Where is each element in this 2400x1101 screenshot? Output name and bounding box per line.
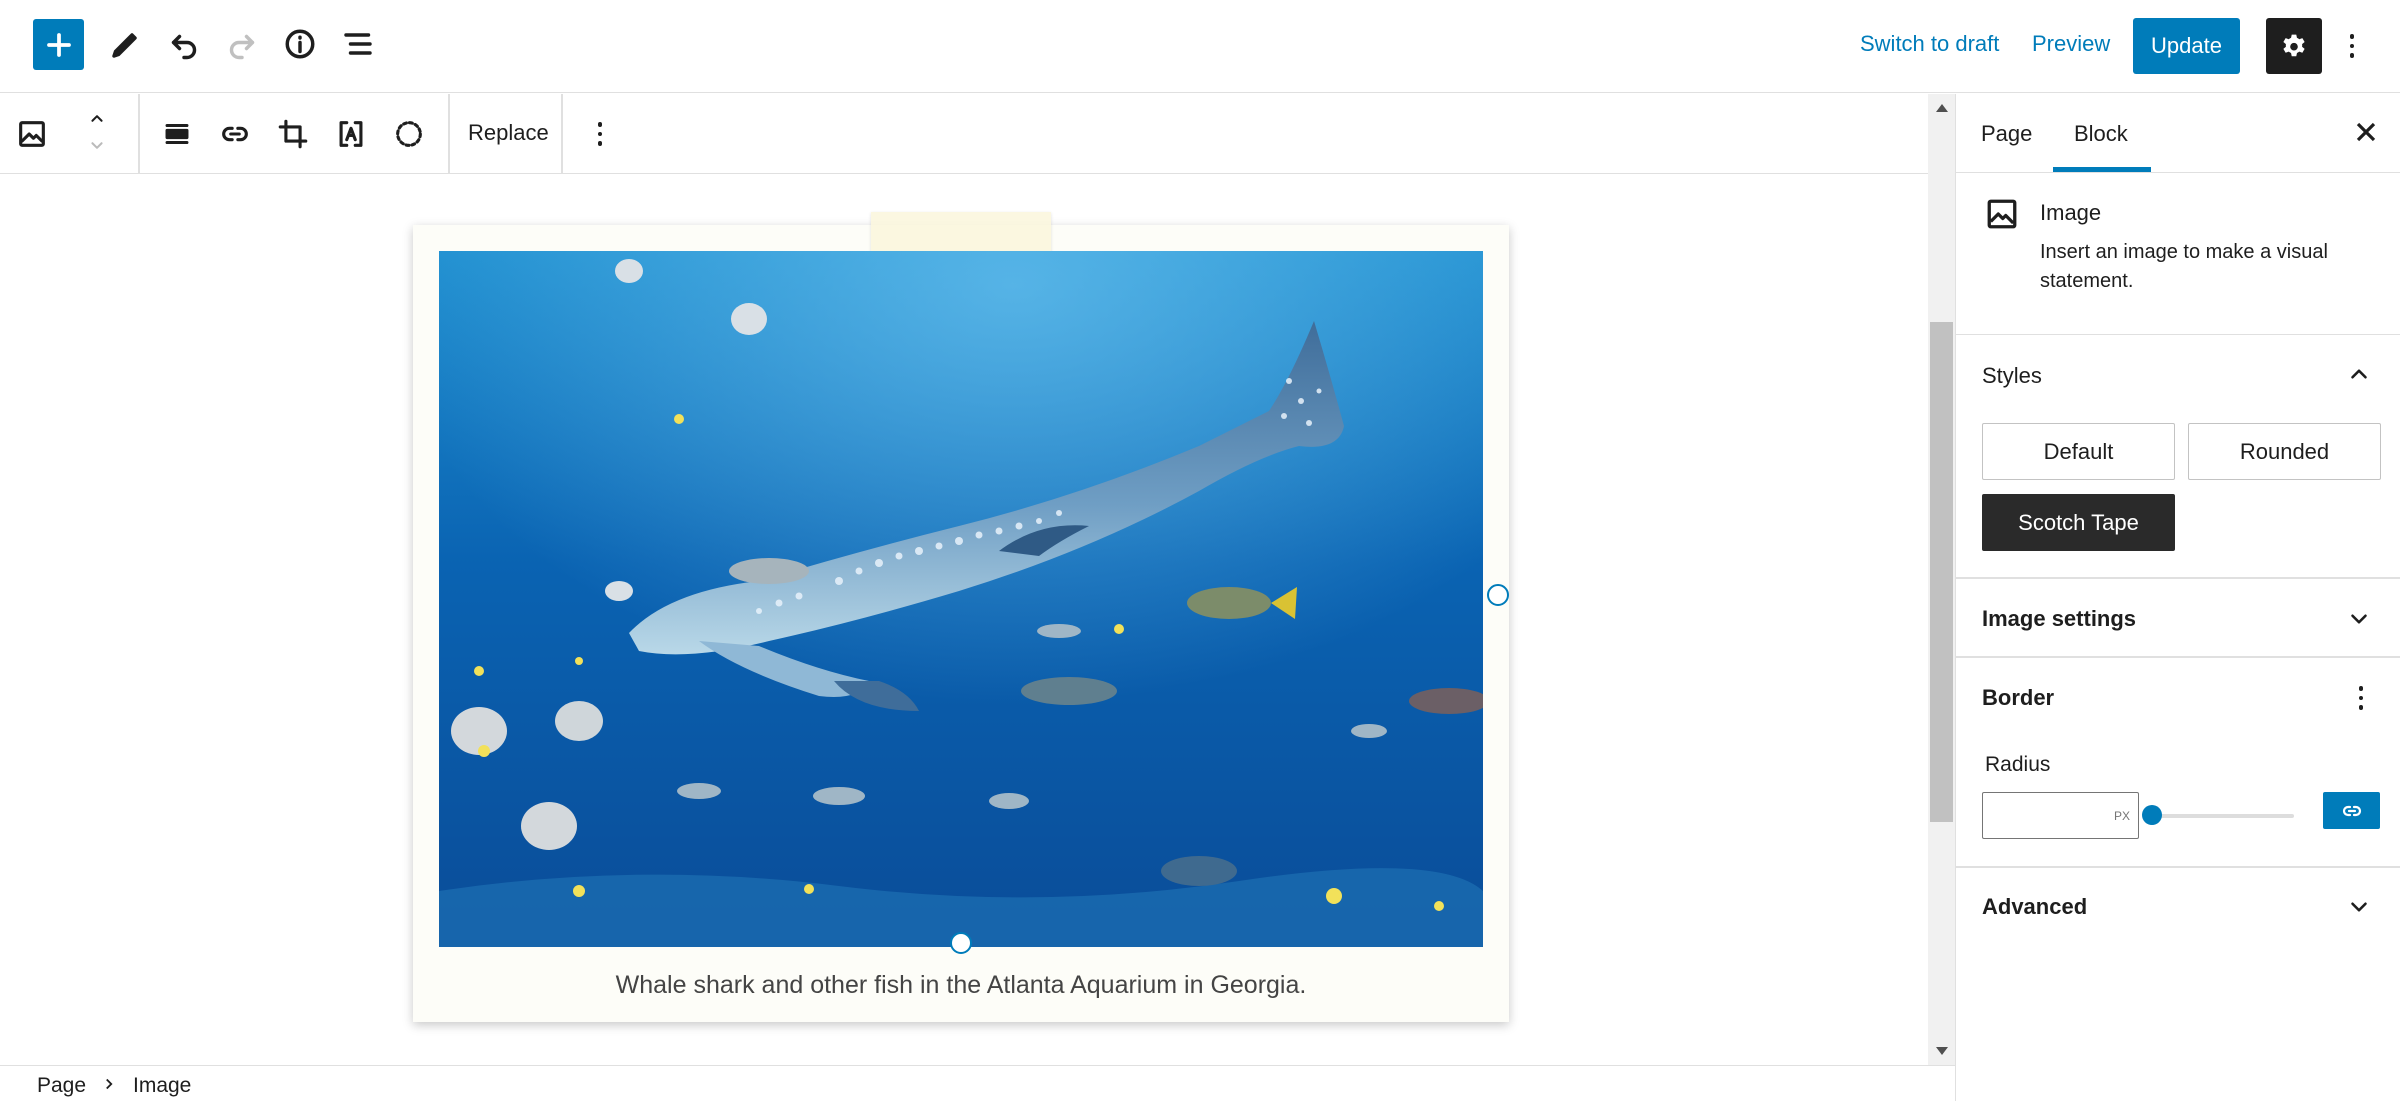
block-card-description: Insert an image to make a visual stateme… [2040, 241, 2328, 292]
resize-handle-right[interactable] [1487, 584, 1509, 606]
block-type-button[interactable] [10, 112, 54, 156]
chevron-up-icon [91, 115, 103, 122]
active-tab-indicator [2053, 167, 2151, 172]
image[interactable] [439, 251, 1483, 947]
move-down-button[interactable] [75, 134, 119, 158]
block-card-title: Image [2040, 200, 2102, 225]
breadcrumb: Page Image [0, 1065, 1955, 1101]
add-block-button[interactable] [33, 19, 84, 70]
styles-panel-title[interactable]: Styles [1982, 363, 2042, 389]
chevron-down-icon[interactable] [2346, 894, 2372, 920]
list-view-icon [344, 33, 372, 55]
options-button[interactable] [2342, 26, 2362, 66]
image-settings-panel-title[interactable]: Image settings [1982, 606, 2136, 632]
text-overlay-button[interactable] [329, 112, 373, 156]
chevron-down-icon[interactable] [2346, 606, 2372, 632]
image-block[interactable]: Whale shark and other fish in the Atlant… [413, 212, 1509, 1022]
crop-icon [278, 119, 308, 149]
chevron-up-icon[interactable] [2346, 361, 2372, 387]
sidebar-tabs: Page Block [1956, 94, 2400, 173]
undo-icon [171, 34, 197, 60]
style-scotch-tape-button[interactable]: Scotch Tape [1982, 494, 2175, 551]
radius-input[interactable]: PX [1982, 792, 2139, 839]
align-icon [165, 123, 189, 145]
switch-to-draft-button[interactable]: Switch to draft [1860, 31, 1999, 57]
close-sidebar-button[interactable] [2350, 116, 2382, 148]
move-up-button[interactable] [75, 106, 119, 130]
gear-icon [2283, 34, 2305, 57]
text-overlay-icon [339, 121, 363, 147]
unlink-radius-button[interactable] [2323, 792, 2380, 829]
block-toolbar: Replace [0, 94, 1930, 174]
style-rounded-button[interactable]: Rounded [2188, 423, 2381, 480]
preview-button[interactable]: Preview [2032, 31, 2110, 57]
scroll-down-arrow[interactable] [1936, 1047, 1948, 1055]
close-icon [2356, 122, 2376, 142]
tools-button[interactable] [99, 17, 153, 71]
tab-block[interactable]: Block [2074, 121, 2128, 147]
update-button[interactable]: Update [2133, 18, 2240, 74]
radius-slider-thumb[interactable] [2142, 805, 2162, 825]
redo-button[interactable] [215, 17, 269, 71]
align-button[interactable] [155, 112, 199, 156]
list-view-button[interactable] [331, 17, 385, 71]
image-icon [19, 121, 45, 147]
advanced-panel-title[interactable]: Advanced [1982, 894, 2087, 920]
image-icon [1984, 196, 2020, 232]
scroll-up-arrow[interactable] [1936, 104, 1948, 112]
radius-slider-track[interactable] [2156, 814, 2294, 818]
link-icon [2342, 805, 2361, 816]
canvas-scrollbar[interactable] [1928, 94, 1955, 1065]
toolbar-divider [138, 94, 140, 174]
panel-divider [1956, 656, 2400, 658]
panel-divider [1956, 866, 2400, 868]
chevron-down-icon [91, 142, 103, 149]
border-options-button[interactable] [2351, 678, 2371, 718]
details-button[interactable] [273, 17, 327, 71]
crop-button[interactable] [271, 112, 315, 156]
link-button[interactable] [213, 112, 257, 156]
breadcrumb-image[interactable]: Image [133, 1074, 191, 1098]
resize-handle-bottom[interactable] [950, 932, 972, 954]
border-panel-title: Border [1982, 685, 2055, 710]
panel-divider [1956, 577, 2400, 579]
image-caption[interactable]: Whale shark and other fish in the Atlant… [413, 971, 1509, 1000]
toolbar-divider [448, 94, 450, 174]
settings-sidebar: Page Block Image Insert an image to make… [1955, 94, 2400, 1101]
link-icon [222, 126, 248, 142]
replace-button[interactable]: Replace [468, 120, 549, 146]
radius-unit: PX [2113, 809, 2130, 823]
info-icon [285, 29, 315, 59]
breadcrumb-page[interactable]: Page [37, 1074, 86, 1098]
whale-shark-photo [439, 251, 1483, 947]
chevron-right-icon [106, 1078, 113, 1090]
settings-button[interactable] [2266, 18, 2322, 74]
toolbar-divider [561, 94, 563, 174]
tab-page[interactable]: Page [1981, 121, 2032, 147]
scroll-thumb[interactable] [1930, 322, 1953, 822]
editor-canvas: Whale shark and other fish in the Atlant… [0, 175, 1928, 1065]
redo-icon [229, 34, 255, 60]
editor-header: Switch to draft Preview Update [0, 0, 2400, 93]
plus-icon [46, 32, 71, 57]
undo-button[interactable] [157, 17, 211, 71]
radius-label: Radius [1985, 753, 2051, 776]
pencil-icon [112, 33, 137, 58]
block-card: Image Insert an image to make a visual s… [1956, 174, 2400, 335]
select-button[interactable] [387, 112, 431, 156]
block-options-button[interactable] [590, 114, 610, 154]
dashed-circle-icon [396, 121, 422, 147]
style-default-button[interactable]: Default [1982, 423, 2175, 480]
